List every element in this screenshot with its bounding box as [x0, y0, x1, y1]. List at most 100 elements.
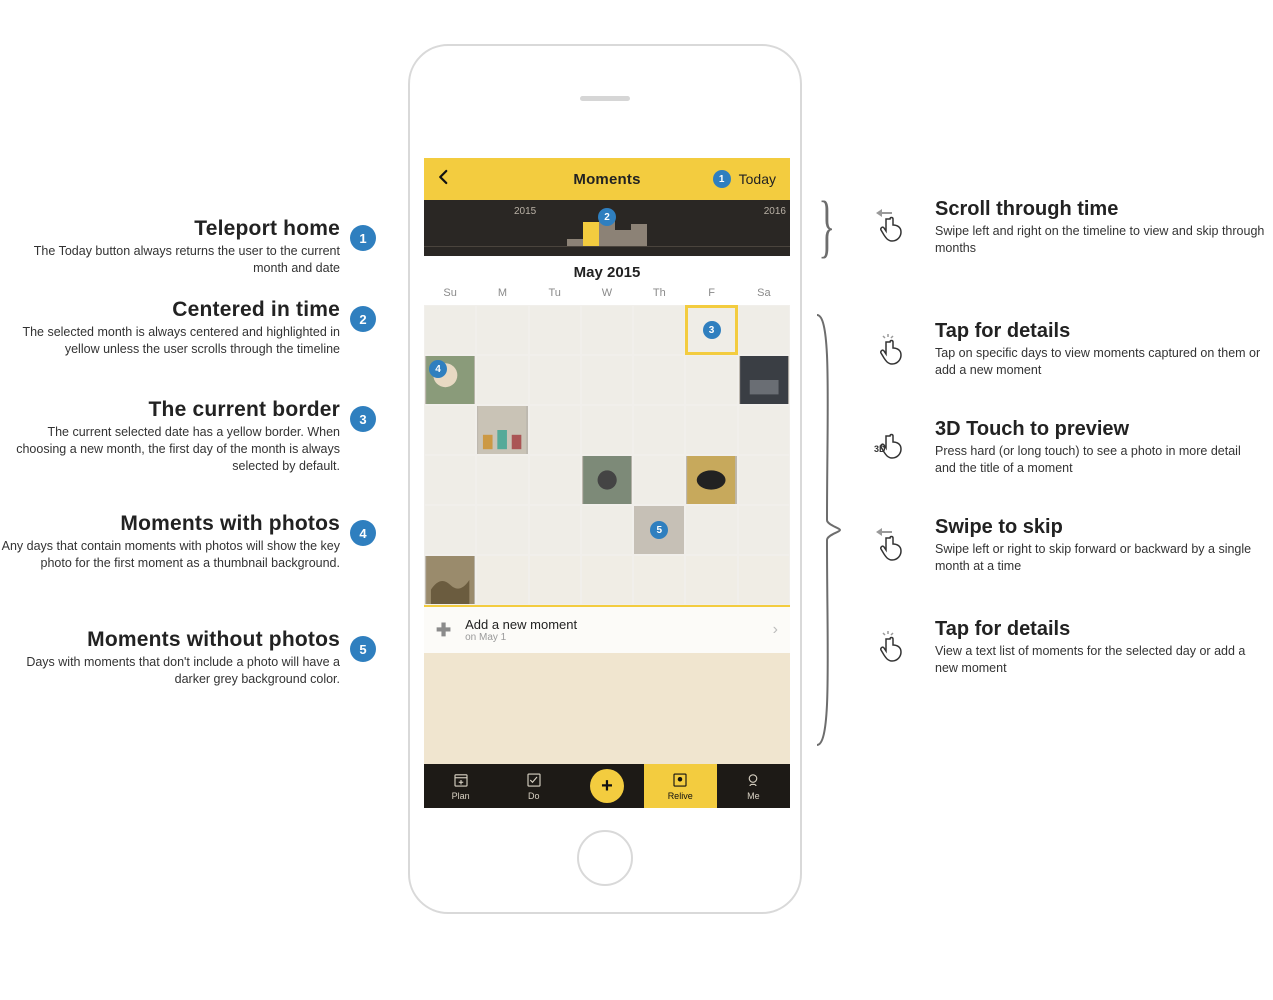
annotation-tap-details: Tap for details Tap on specific days to … [935, 320, 1265, 379]
back-button[interactable] [424, 166, 464, 192]
tab-add[interactable]: + [570, 764, 643, 808]
tab-label: Relive [668, 791, 693, 801]
calendar-cell[interactable] [633, 555, 685, 605]
annotation-tap-list: Tap for details View a text list of mome… [935, 618, 1265, 677]
calendar-cell[interactable] [581, 305, 633, 355]
annotation-body: View a text list of moments for the sele… [935, 643, 1265, 677]
calendar-cell[interactable] [738, 305, 790, 355]
calendar-cell[interactable] [529, 505, 581, 555]
home-button[interactable] [577, 830, 633, 886]
add-moment-title: Add a new moment [465, 617, 577, 632]
calendar-cell[interactable] [476, 555, 528, 605]
calendar-cell[interactable] [476, 505, 528, 555]
tab-plan[interactable]: Plan [424, 764, 497, 808]
calendar-cell[interactable] [529, 355, 581, 405]
dow-tu: Tu [529, 287, 581, 299]
annotation-heading: Tap for details [935, 320, 1265, 343]
calendar-cell[interactable] [424, 455, 476, 505]
tab-label: Plan [452, 791, 470, 801]
calendar-cell[interactable] [424, 505, 476, 555]
timeline-year-left: 2015 [514, 206, 536, 217]
annotation-teleport-home: Teleport home The Today button always re… [0, 217, 340, 277]
annotation-heading: Moments with photos [0, 512, 340, 536]
timeline[interactable]: 2015 2016 2 [424, 200, 790, 256]
calendar-cell[interactable] [476, 455, 528, 505]
annotation-body: Swipe left and right on the timeline to … [935, 223, 1265, 257]
calendar-cell[interactable] [738, 505, 790, 555]
head-icon [744, 771, 762, 789]
callout-1: 1 [350, 225, 376, 251]
calendar-cell[interactable] [529, 555, 581, 605]
callout-badge-2: 2 [598, 208, 616, 226]
annotation-heading: Centered in time [0, 298, 340, 322]
annotation-body: The Today button always returns the user… [0, 243, 340, 277]
thumbnail-icon [582, 456, 632, 504]
add-fab[interactable]: + [590, 769, 624, 803]
calendar-cell[interactable] [633, 355, 685, 405]
calendar-cell[interactable] [424, 305, 476, 355]
calendar-cell-photo[interactable]: 4 [424, 355, 476, 405]
calendar-cell[interactable] [581, 405, 633, 455]
add-moment-row[interactable]: ✚ Add a new moment on May 1 › [424, 607, 790, 653]
annotation-3d-touch: 3D Touch to preview Press hard (or long … [935, 418, 1265, 477]
calendar-cell-selected[interactable]: 3 [685, 305, 737, 355]
swipe-icon [870, 524, 910, 564]
annotation-scroll-time: Scroll through time Swipe left and right… [935, 198, 1265, 257]
calendar-cell[interactable] [424, 405, 476, 455]
thumbnail-icon [686, 456, 736, 504]
calendar-cell[interactable] [685, 355, 737, 405]
calendar-cell[interactable] [685, 555, 737, 605]
calendar-cell[interactable] [529, 305, 581, 355]
callout-2: 2 [350, 306, 376, 332]
calendar-cell[interactable] [738, 455, 790, 505]
calendar-cell[interactable] [581, 355, 633, 405]
annotation-swipe-skip: Swipe to skip Swipe left or right to ski… [935, 516, 1265, 575]
calendar-cell[interactable] [476, 355, 528, 405]
calendar-cell-photo[interactable] [581, 455, 633, 505]
dow-sa: Sa [738, 287, 790, 299]
thumbnail-icon [425, 556, 475, 604]
calendar-cell[interactable] [476, 305, 528, 355]
tap-icon [870, 625, 910, 665]
calendar-cell[interactable] [633, 455, 685, 505]
dow-su: Su [424, 287, 476, 299]
calendar-cell[interactable] [738, 405, 790, 455]
calendar-cell[interactable] [738, 555, 790, 605]
tab-relive[interactable]: Relive [644, 764, 717, 808]
phone-frame: Moments 1 Today 2015 2016 [408, 44, 802, 914]
calendar-cell[interactable] [581, 505, 633, 555]
annotation-heading: 3D Touch to preview [935, 418, 1265, 441]
annotation-heading: Moments without photos [0, 628, 340, 652]
calendar-cell[interactable] [529, 405, 581, 455]
calendar-cell-photo[interactable] [738, 355, 790, 405]
calendar-cell[interactable] [529, 455, 581, 505]
swipe-icon [870, 205, 910, 245]
annotation-body: Swipe left or right to skip forward or b… [935, 541, 1265, 575]
dow-w: W [581, 287, 633, 299]
checklist-icon [525, 771, 543, 789]
callout-5: 5 [350, 636, 376, 662]
calendar-cell-no-photo[interactable]: 5 [633, 505, 685, 555]
tab-do[interactable]: Do [497, 764, 570, 808]
chevron-left-icon [435, 168, 453, 186]
dow-f: F [685, 287, 737, 299]
annotation-heading: Tap for details [935, 618, 1265, 641]
annotation-body: The current selected date has a yellow b… [0, 424, 340, 475]
annotation-body: Any days that contain moments with photo… [0, 538, 340, 572]
today-button[interactable]: 1 Today [713, 170, 790, 188]
tab-me[interactable]: Me [717, 764, 790, 808]
calendar-cell[interactable] [633, 305, 685, 355]
calendar-cell[interactable] [633, 405, 685, 455]
brace-icon: } [818, 192, 835, 262]
calendar-cell-photo[interactable] [685, 455, 737, 505]
callout-3: 3 [350, 406, 376, 432]
tab-bar: Plan Do + Relive [424, 764, 790, 808]
calendar-grid[interactable]: 3 4 [424, 305, 790, 605]
calendar-cell[interactable] [685, 505, 737, 555]
callout-badge-3: 3 [703, 321, 721, 339]
calendar-cell[interactable] [685, 405, 737, 455]
calendar-cell-photo[interactable] [476, 405, 528, 455]
calendar-cell[interactable] [581, 555, 633, 605]
calendar-cell-photo[interactable] [424, 555, 476, 605]
phone-speaker [580, 96, 630, 101]
